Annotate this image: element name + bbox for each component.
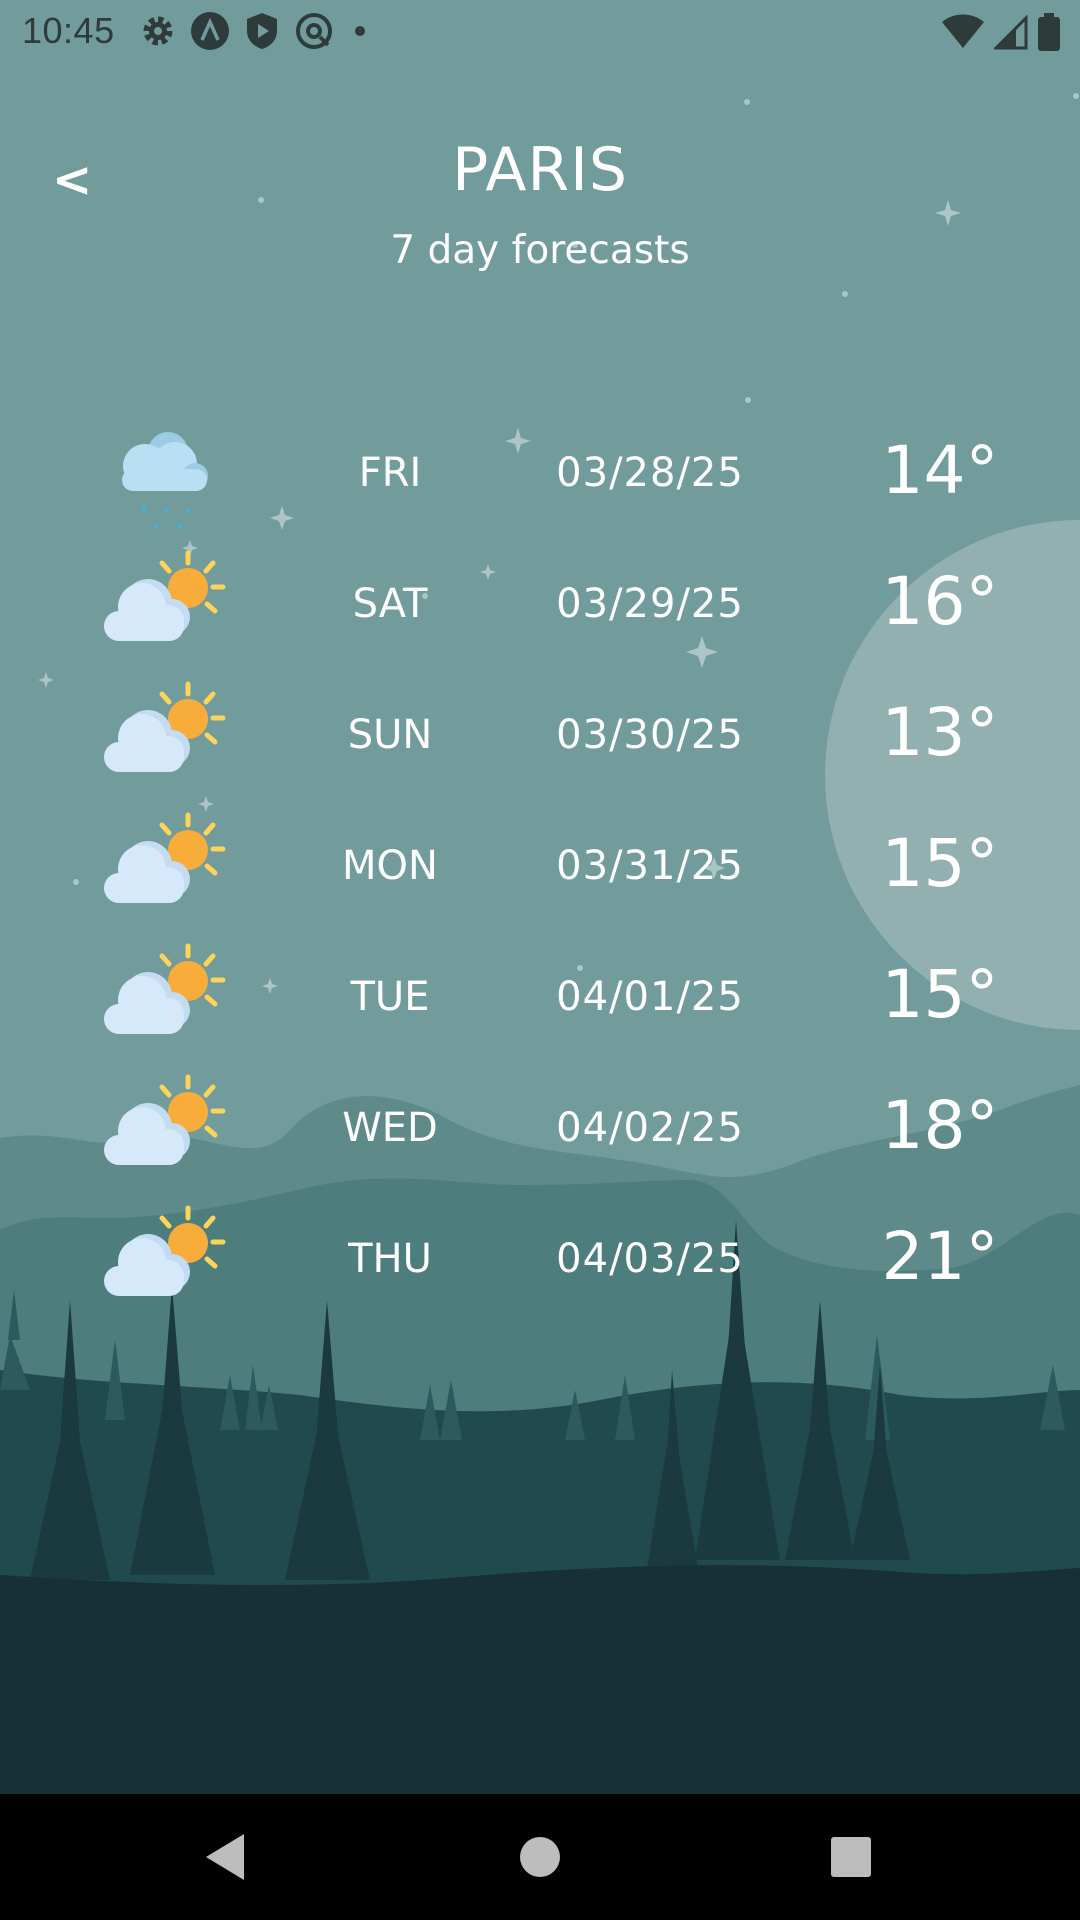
row-temperature: 15°	[881, 825, 999, 902]
a-circle-icon	[190, 11, 230, 51]
row-temperature: 16°	[881, 563, 999, 640]
gear-icon	[140, 13, 176, 49]
row-day: THU	[348, 1236, 432, 1282]
forecast-row: WED 04/02/25 18°	[0, 1069, 1080, 1200]
recents-square-icon	[831, 1837, 871, 1877]
navigation-bar	[0, 1794, 1080, 1920]
nav-recents-button[interactable]	[818, 1824, 884, 1890]
partly-sunny-icon	[104, 943, 226, 1034]
at-circle-icon	[294, 11, 334, 51]
row-date: 03/29/25	[556, 581, 744, 627]
forecast-row: SAT 03/29/25 16°	[0, 545, 1080, 676]
row-date: 03/30/25	[556, 712, 744, 758]
row-date: 03/31/25	[556, 843, 744, 889]
forecast-row: FRI 03/28/25 14°	[0, 414, 1080, 545]
forest-floor	[0, 1565, 1080, 1794]
status-icons-left	[140, 10, 372, 52]
dot-icon	[348, 11, 372, 51]
nav-home-button[interactable]	[507, 1824, 573, 1890]
row-date: 03/28/25	[556, 450, 744, 496]
partly-sunny-icon	[104, 812, 226, 903]
row-day: SUN	[347, 712, 433, 758]
rain-cloud-icon	[122, 432, 208, 530]
wifi-icon	[942, 14, 984, 50]
forecast-row: SUN 03/30/25 13°	[0, 676, 1080, 807]
row-date: 04/02/25	[556, 1105, 744, 1151]
forecast-subtitle: 7 day forecasts	[390, 228, 690, 273]
back-triangle-icon	[206, 1834, 244, 1880]
battery-icon	[1038, 13, 1060, 51]
home-circle-icon	[520, 1837, 560, 1877]
row-temperature: 21°	[881, 1218, 999, 1295]
row-day: SAT	[352, 581, 428, 627]
partly-sunny-icon	[104, 1074, 226, 1165]
status-bar: 10:45	[0, 0, 1080, 63]
status-icons-right	[942, 12, 1060, 52]
partly-sunny-icon	[104, 1205, 226, 1296]
row-day: TUE	[350, 974, 430, 1020]
row-temperature: 14°	[881, 432, 999, 509]
row-day: WED	[342, 1105, 438, 1151]
row-temperature: 13°	[881, 694, 999, 771]
forecast-row: TUE 04/01/25 15°	[0, 938, 1080, 1069]
nav-back-button[interactable]	[192, 1824, 258, 1890]
row-date: 04/01/25	[556, 974, 744, 1020]
row-date: 04/03/25	[556, 1236, 744, 1282]
row-temperature: 18°	[881, 1087, 999, 1164]
row-day: MON	[342, 843, 438, 889]
row-day: FRI	[358, 450, 422, 496]
partly-sunny-icon	[104, 550, 226, 641]
forecast-row: THU 04/03/25 21°	[0, 1200, 1080, 1331]
shield-play-icon	[244, 11, 280, 51]
signal-icon	[994, 14, 1028, 50]
status-time: 10:45	[22, 10, 115, 51]
row-temperature: 15°	[881, 956, 999, 1033]
city-title: PARIS	[452, 135, 628, 205]
partly-sunny-icon	[104, 681, 226, 772]
forecast-row: MON 03/31/25 15°	[0, 807, 1080, 938]
